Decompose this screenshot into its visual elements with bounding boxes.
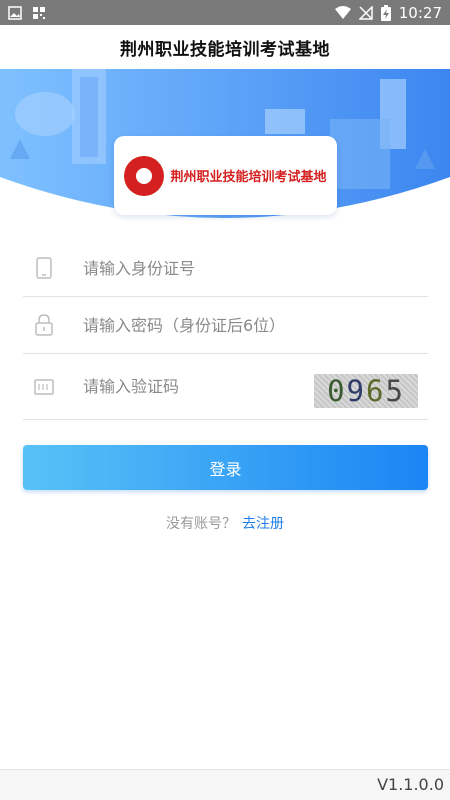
status-time: 10:27 [398,3,442,22]
captcha-char: 6 [366,374,386,408]
id-number-input[interactable] [83,258,428,278]
version-label: V1.1.0.0 [377,775,444,794]
login-form: 0 9 6 5 [23,240,428,420]
login-button[interactable]: 登录 [23,445,428,490]
seal-logo-icon [124,155,165,196]
logo-text: 荆州职业技能培训考试基地 [170,170,327,185]
footer: V1.1.0.0 [0,769,450,800]
app-header: 荆州职业技能培训考试基地 [0,25,450,69]
register-prompt: 没有账号？ 去注册 [0,513,450,533]
captcha-char: 5 [385,374,405,408]
password-input[interactable] [83,315,428,335]
id-number-field [23,240,428,297]
status-bar: 10:27 [0,0,450,25]
password-field [23,297,428,354]
keyboard-icon [33,376,55,398]
captcha-char: 9 [346,374,366,408]
register-link[interactable]: 去注册 [242,516,284,532]
gallery-icon [8,5,22,20]
page-title: 荆州职业技能培训考试基地 [120,39,330,60]
wifi-icon [334,5,351,19]
captcha-field: 0 9 6 5 [23,354,428,420]
captcha-char: 0 [327,374,347,408]
no-signal-icon [358,5,373,20]
logo-card: 荆州职业技能培训考试基地 [114,136,337,215]
lock-icon [33,314,55,336]
qr-scan-icon [33,6,45,19]
captcha-image[interactable]: 0 9 6 5 [314,374,418,408]
battery-charging-icon [380,4,391,21]
phone-icon [33,257,55,279]
register-question: 没有账号？ [166,516,236,532]
